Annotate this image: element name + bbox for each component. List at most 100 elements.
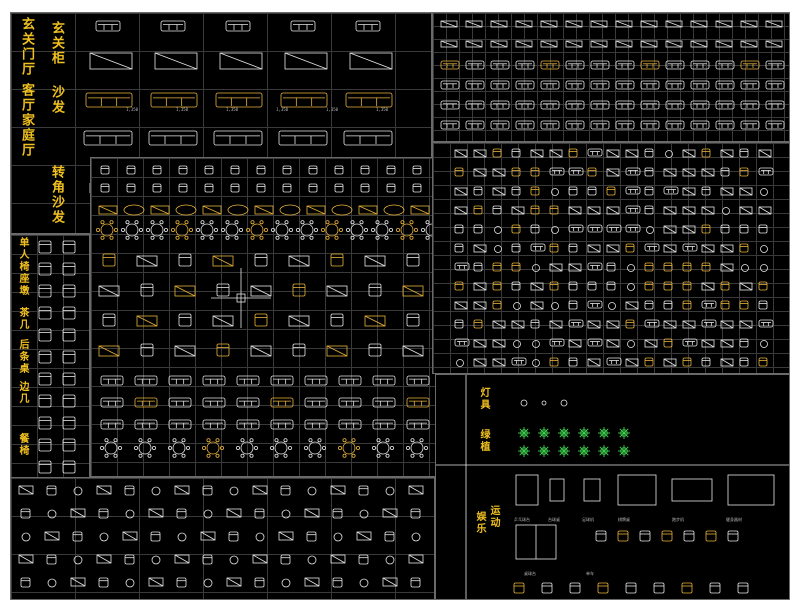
stool-symbol [255,532,265,542]
table-diagonal [665,40,683,48]
chair-symbol [219,445,224,450]
chair-symbol [388,228,393,233]
chair-symbol [209,235,214,240]
chair-symbol [204,165,214,175]
sofa-symbol [304,375,328,386]
stool-symbol [281,578,291,588]
chair-symbol [355,445,360,450]
chair-symbol [568,148,578,158]
chair-symbol [492,205,502,215]
stool-symbol [359,578,369,588]
chair-symbol [206,453,211,458]
chair-symbol [511,186,521,196]
sofa-symbol [134,419,158,430]
sofa-symbol [640,100,660,110]
left-side-strip: 单人椅座墩 茶几 后条桌 边几 餐椅 [10,234,90,482]
stool-symbol [385,555,395,565]
table-diagonal [565,40,583,48]
table-diagonal [174,285,196,297]
table-diagonal [663,358,677,367]
chair-symbol [176,508,187,519]
chair-symbol [113,228,118,233]
round-table-symbol [410,441,424,455]
chair-symbol [186,445,191,450]
chair-symbol [134,220,139,225]
sofa-symbol [515,100,535,110]
table-diagonal [740,20,758,28]
center-symbols [96,165,443,458]
chair-symbol [275,220,280,225]
chair-symbol [644,148,654,158]
chair-symbol [102,253,116,267]
sofa-symbol [530,243,546,252]
chair-symbol [351,453,356,458]
football-machine-symbol [583,478,601,502]
chair-symbol [701,148,711,158]
table-diagonal [549,149,563,158]
sofa-symbol [85,92,133,108]
sofa-symbol [682,338,698,347]
chair-symbol [454,319,464,329]
chair-symbol [409,235,414,240]
round-table-symbol [172,441,186,455]
sofa-symbol [740,80,760,90]
chair-symbol [104,453,109,458]
chair-symbol [72,531,83,542]
card-table-symbol [617,474,657,506]
table-diagonal [549,320,563,329]
stool-symbol [494,245,502,253]
sofa-symbol [343,130,393,146]
chair-symbol [338,228,343,233]
chair-symbol [705,530,717,542]
sofa-symbol [236,419,260,430]
chair-symbol [308,183,318,193]
table-diagonal [136,255,158,267]
table-diagonal [402,285,424,297]
table-diagonal [682,206,696,215]
table-diagonal [715,40,733,48]
chair-symbol [176,577,187,588]
table-diagonal [587,320,601,329]
lamp-symbol [541,400,547,406]
table-diagonal [402,345,424,357]
round-table-symbol [150,223,164,237]
table-diagonal [254,205,274,215]
chair-symbol [209,220,214,225]
table-diagonal [304,508,320,518]
chair-symbol [159,235,164,240]
label-lamps: 灯具 [478,387,489,411]
sofa-symbol [690,80,710,90]
chair-symbol [256,165,266,175]
chair-symbol [300,220,305,225]
chair-symbol [225,235,230,240]
sofa-symbol [565,100,585,110]
chair-symbol [150,235,155,240]
table-diagonal [740,40,758,48]
stool-symbol [627,340,635,348]
chair-symbol [334,220,339,225]
sofa-symbol [644,319,660,328]
oval-table-symbol [227,204,249,216]
chair-symbol [568,243,578,253]
sofa-symbol [663,186,679,195]
chair-symbol [549,357,559,367]
stool-symbol [722,207,730,215]
table-diagonal [606,168,620,177]
chair-symbol [172,438,177,443]
table-diagonal [625,301,639,310]
chair-symbol [406,253,420,267]
chair-symbol [250,235,255,240]
chair-symbol [549,205,559,215]
table-diagonal [304,577,320,587]
chair-symbol [663,262,673,272]
sofa-symbol [213,130,263,146]
chair-symbol [240,438,245,443]
chair-symbol [120,228,125,233]
table-diagonal [644,339,658,348]
chair-symbol [46,554,57,565]
chair-symbol [62,416,76,430]
chair-symbol [419,453,424,458]
stool-symbol [646,226,654,234]
chair-symbol [181,453,186,458]
sofa-symbol [568,224,584,233]
